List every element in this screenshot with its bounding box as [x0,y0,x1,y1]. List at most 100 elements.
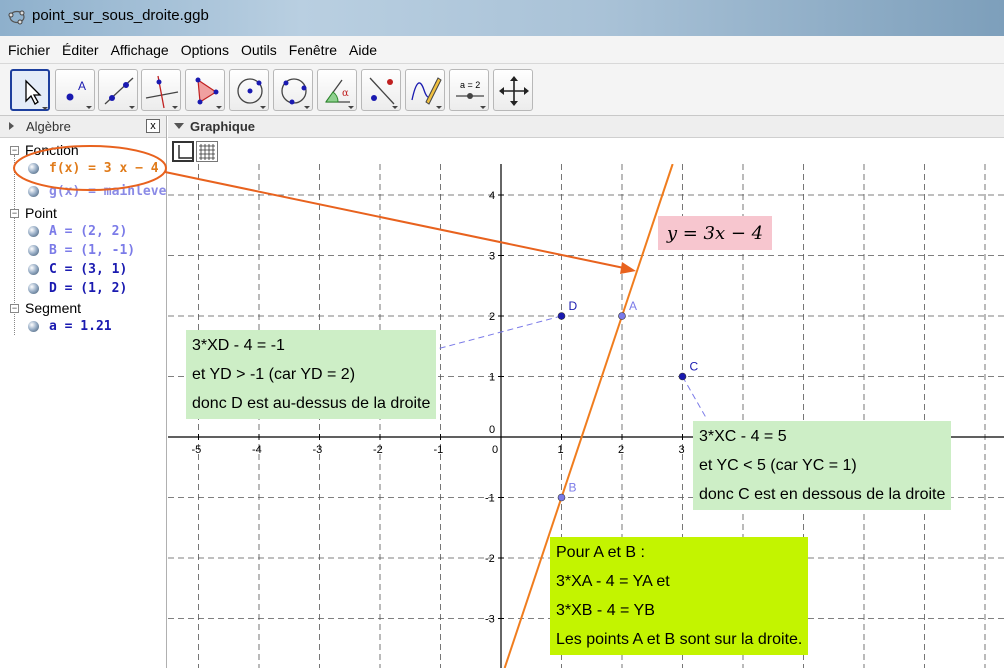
grid-icon [199,144,215,160]
object-C-label: C = (3, 1) [49,262,128,277]
point-A [618,312,626,320]
line-tool-button[interactable] [98,69,138,111]
move-arrows-icon [499,76,529,106]
object-B[interactable]: B = (1, -1) [28,242,135,259]
svg-text:A: A [78,79,86,93]
line-equation-label[interactable]: y = 3x − 4 [658,216,772,250]
angle-tool-button[interactable]: α [317,69,357,111]
expander-fonction[interactable]: − [10,145,19,155]
algebra-header: Algèbre x [0,116,166,138]
expander-segment[interactable]: − [10,303,19,313]
category-segment-label: Segment [25,300,82,316]
toggle-axes-button[interactable] [172,141,194,162]
graphics-panel[interactable]: -5 -4 -3 -2 -1 0 1 2 3 4 3 2 1 -1 -2 -3 0 A B C D Graphique … [168,116,1004,668]
object-C[interactable]: C = (3, 1) [28,261,127,278]
x-tick-label: -3 [313,444,323,456]
visibility-toggle-icon[interactable] [28,163,39,174]
slider-tool-button[interactable]: a = 2 [449,69,489,111]
note-D-line-3: donc D est au-dessus de la droite [192,395,431,412]
note-points-A-B[interactable]: Pour A et B : 3*XA - 4 = YA et 3*XB - 4 … [550,537,809,655]
y-tick-label: -1 [485,493,495,505]
x-tick-label: -5 [192,444,202,456]
close-algebra-button[interactable]: x [146,119,160,133]
line-through-points-icon [104,77,135,109]
menu-fichier[interactable]: Fichier [6,40,52,60]
toggle-grid-button[interactable] [196,141,218,162]
geogebra-app-icon [8,10,25,25]
cursor-arrow-icon [25,79,48,110]
algebra-panel: Algèbre x − Fonction f(x) = 3 x − 4 g(x)… [0,116,167,668]
reflect-tool-button[interactable] [361,69,401,111]
axes-icon [178,145,192,159]
freehand-tool-button[interactable] [405,69,445,111]
object-f[interactable]: f(x) = 3 x − 4 [28,160,159,177]
y-zero-label: 0 [489,424,495,436]
visibility-toggle-icon[interactable] [28,226,39,237]
category-point[interactable]: − Point [10,205,57,221]
menu-outils[interactable]: Outils [239,40,279,60]
object-D-label: D = (1, 2) [49,281,128,296]
circle-tool-button[interactable] [229,69,269,111]
menu-editer[interactable]: Éditer [60,40,101,60]
object-B-label: B = (1, -1) [49,243,136,258]
y-tick-label: 3 [489,251,495,263]
object-g[interactable]: g(x) = mainlevee [28,183,167,200]
circle-three-points-icon [281,78,310,109]
note-AB-line-3: 3*XB - 4 = YB [556,602,655,619]
svg-text:α: α [342,88,349,99]
note-point-D[interactable]: 3*XD - 4 = -1 et YD > -1 (car YD = 2) do… [186,330,437,419]
polygon-tool-button[interactable] [185,69,225,111]
object-A[interactable]: A = (2, 2) [28,223,127,240]
y-tick-label: -3 [485,614,495,626]
object-a[interactable]: a = 1.21 [28,318,112,335]
perpendicular-line-icon [145,75,179,109]
y-tick-label: -2 [485,553,495,565]
note-point-C[interactable]: 3*XC - 4 = 5 et YC < 5 (car YC = 1) donc… [693,421,952,510]
x-tick-label: -2 [373,444,383,456]
slider-icon-label: a = 2 [460,80,480,90]
window-title: point_sur_sous_droite.ggb [32,7,209,24]
move-tool-button[interactable] [10,69,50,111]
slider-icon: a = 2 [456,80,486,109]
segment-from-D [431,315,562,351]
expander-point[interactable]: − [10,208,19,218]
category-fonction[interactable]: − Fonction [10,142,79,158]
visibility-toggle-icon[interactable] [28,186,39,197]
point-label-B: B [569,481,577,495]
point-B [557,493,566,502]
menu-aide[interactable]: Aide [347,40,379,60]
note-D-line-2: et YD > -1 (car YD = 2) [192,366,356,383]
segment-from-C [682,376,708,420]
x-tick-label: -4 [252,444,262,456]
move-view-tool-button[interactable] [493,69,533,111]
note-C-line-1: 3*XC - 4 = 5 [699,428,787,445]
y-tick-label: 1 [489,372,495,384]
conic-tool-button[interactable] [273,69,313,111]
category-segment[interactable]: − Segment [10,300,81,316]
graphics-title: Graphique [190,119,256,134]
y-tick-label: 2 [489,311,495,323]
polygon-icon [195,77,222,109]
menu-fenetre[interactable]: Fenêtre [287,40,339,60]
style-bar [168,138,1004,164]
visibility-toggle-icon[interactable] [28,321,39,332]
object-D[interactable]: D = (1, 2) [28,280,127,297]
collapse-arrow-icon[interactable] [8,121,16,131]
visibility-toggle-icon[interactable] [28,264,39,275]
point-label-D: D [569,299,578,313]
circle-icon [237,78,266,109]
collapse-arrow-icon[interactable] [174,123,184,131]
object-f-label: f(x) = 3 x − 4 [49,161,159,176]
note-AB-line-4: Les points A et B sont sur la droite. [556,631,803,648]
note-AB-line-2: 3*XA - 4 = YA et [556,573,670,590]
perpendicular-tool-button[interactable] [141,69,181,111]
x-tick-label: 2 [618,444,624,456]
visibility-toggle-icon[interactable] [28,283,39,294]
category-fonction-label: Fonction [25,142,79,158]
point-tool-button[interactable]: A [55,69,95,111]
object-g-label: g(x) = mainlevee [49,184,167,199]
note-C-line-2: et YC < 5 (car YC = 1) [699,457,857,474]
menu-affichage[interactable]: Affichage [109,40,171,60]
visibility-toggle-icon[interactable] [28,245,39,256]
menu-options[interactable]: Options [179,40,231,60]
